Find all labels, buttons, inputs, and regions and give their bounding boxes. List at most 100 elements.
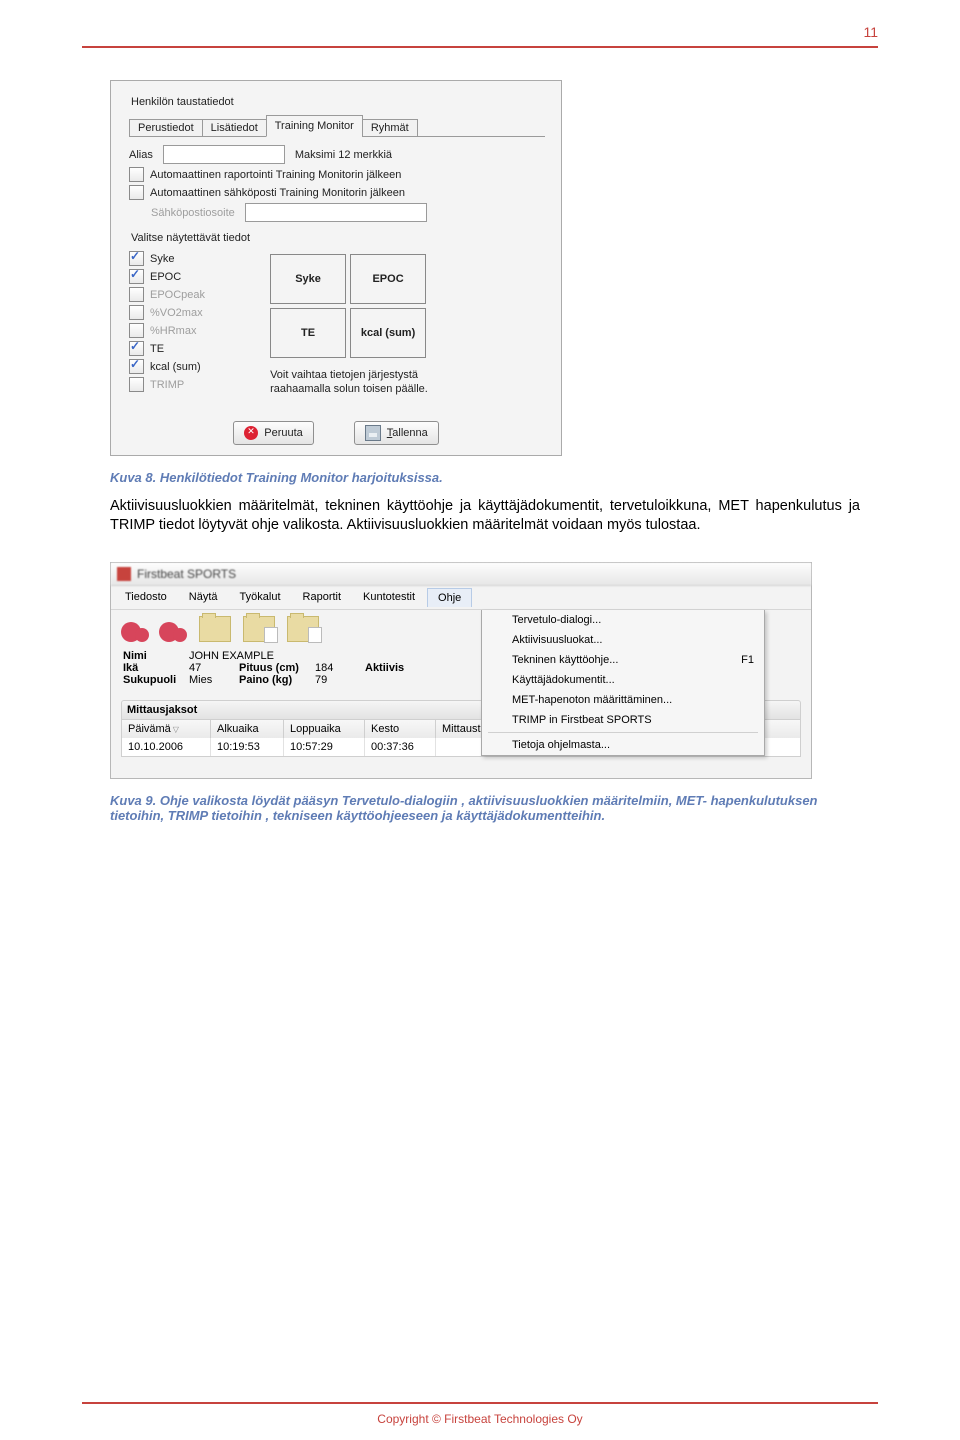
cell-date: 10.10.2006 (122, 738, 211, 756)
alias-row: Alias Maksimi 12 merkkiä (129, 145, 545, 164)
menubar: Tiedosto Näytä Työkalut Raportit Kuntote… (111, 586, 811, 607)
sex-label: Sukupuoli (123, 674, 183, 686)
cb-kcal[interactable] (129, 359, 144, 374)
cb-epocpeak-label: EPOCpeak (150, 289, 205, 301)
submenu-kayttajadok[interactable]: Käyttäjädokumentit... (482, 670, 764, 690)
display-title: Valitse näytettävät tiedot (129, 232, 252, 244)
sm-label: TRIMP in Firstbeat SPORTS (512, 714, 652, 726)
cb-epoc[interactable] (129, 269, 144, 284)
sm-label: Aktiivisuusluokat... (512, 634, 602, 646)
cb-te[interactable] (129, 341, 144, 356)
footer-rule (82, 1402, 878, 1404)
submenu-trimp[interactable]: TRIMP in Firstbeat SPORTS (482, 710, 764, 730)
submenu-tietoja[interactable]: Tietoja ohjelmasta... (482, 735, 764, 755)
cb-vo2max-label: %VO2max (150, 307, 203, 319)
submenu-tervetulo[interactable]: Tervetulo-dialogi... (482, 610, 764, 630)
app-title: Firstbeat SPORTS (137, 567, 236, 581)
cb-epoc-label: EPOC (150, 271, 181, 283)
cell-dur: 00:37:36 (365, 738, 436, 756)
cb-kcal-label: kcal (sum) (150, 361, 201, 373)
email-input[interactable] (245, 203, 427, 222)
submenu-met[interactable]: MET-hapenoton määrittäminen... (482, 690, 764, 710)
avatar-group-icon-2[interactable] (159, 616, 187, 642)
check-column: Syke EPOC EPOCpeak %VO2max %HRmax TE kca… (129, 248, 249, 395)
name-label: Nimi (123, 650, 183, 662)
app-icon (117, 567, 131, 581)
alias-label: Alias (129, 149, 153, 161)
cell-syke[interactable]: Syke (270, 254, 346, 304)
auto-report-label: Automaattinen raportointi Training Monit… (150, 169, 401, 181)
cell-kcal[interactable]: kcal (sum) (350, 308, 426, 358)
groupbox-person: Henkilön taustatiedot Perustiedot Lisäti… (121, 89, 553, 405)
auto-report-row: Automaattinen raportointi Training Monit… (129, 167, 545, 182)
page-number: 11 (863, 24, 878, 40)
cell-epoc[interactable]: EPOC (350, 254, 426, 304)
copyright: Copyright © Firstbeat Technologies Oy (0, 1412, 960, 1426)
sex-value: Mies (189, 674, 233, 686)
cell-te[interactable]: TE (270, 308, 346, 358)
folder-icon[interactable] (199, 616, 231, 642)
tab-ryhmat[interactable]: Ryhmät (362, 119, 418, 137)
col-end[interactable]: Loppuaika (284, 720, 365, 738)
ohje-submenu: Tervetulo-dialogi... Aktiivisuusluokat..… (481, 610, 765, 756)
submenu-tekninen[interactable]: Tekninen käyttöohje... F1 (482, 650, 764, 670)
cb-syke[interactable] (129, 251, 144, 266)
cell-end: 10:57:29 (284, 738, 365, 756)
person-dialog: Henkilön taustatiedot Perustiedot Lisäti… (110, 80, 562, 456)
hint-line2: raahaamalla solun toisen päälle. (270, 383, 428, 395)
cb-te-label: TE (150, 343, 164, 355)
folder-note-icon-2[interactable] (287, 616, 319, 642)
save-icon (365, 425, 381, 441)
cb-trimp-label: TRIMP (150, 379, 184, 391)
col-date[interactable]: Päivämä▽ (122, 720, 211, 738)
reorder-hint: Voit vaihtaa tietojen järjestystä raahaa… (270, 368, 430, 397)
header-rule (82, 46, 878, 48)
menu-raportit[interactable]: Raportit (293, 588, 352, 606)
cb-vo2max[interactable] (129, 305, 144, 320)
menu-nayta[interactable]: Näytä (179, 588, 228, 606)
submenu-aktiivisuusluokat[interactable]: Aktiivisuusluokat... (482, 630, 764, 650)
tab-perustiedot[interactable]: Perustiedot (129, 119, 203, 137)
tab-lisatiedot[interactable]: Lisätiedot (202, 119, 267, 137)
sm-label: Tekninen käyttöohje... (512, 654, 618, 666)
auto-email-checkbox[interactable] (129, 185, 144, 200)
sort-icon: ▽ (173, 725, 179, 734)
figure-caption-9: Kuva 9. Ohje valikosta löydät pääsyn Ter… (110, 793, 860, 823)
height-value: 184 (315, 662, 359, 674)
height-label: Pituus (cm) (239, 662, 309, 674)
email-label: Sähköpostiosoite (151, 207, 235, 219)
cancel-button[interactable]: Peruuta (233, 421, 314, 445)
body-paragraph: Aktiivisuusluokkien määritelmät, teknine… (110, 497, 860, 536)
display-group: Valitse näytettävät tiedot Syke EPOC EPO… (129, 228, 545, 397)
folder-note-icon[interactable] (243, 616, 275, 642)
sm-label: MET-hapenoton määrittäminen... (512, 694, 672, 706)
sm-label: Tervetulo-dialogi... (512, 614, 601, 626)
weight-value: 79 (315, 674, 359, 686)
page: 11 Henkilön taustatiedot Perustiedot Lis… (0, 0, 960, 1440)
sm-label: Tietoja ohjelmasta... (512, 739, 610, 751)
age-label: Ikä (123, 662, 183, 674)
sm-sc: F1 (741, 654, 754, 666)
email-row: Sähköpostiosoite (151, 203, 545, 222)
cb-epocpeak[interactable] (129, 287, 144, 302)
menu-kuntotestit[interactable]: Kuntotestit (353, 588, 425, 606)
submenu-separator (488, 732, 758, 733)
auto-report-checkbox[interactable] (129, 167, 144, 182)
cell-start: 10:19:53 (211, 738, 284, 756)
cb-trimp[interactable] (129, 377, 144, 392)
col-start[interactable]: Alkuaika (211, 720, 284, 738)
groupbox-title: Henkilön taustatiedot (129, 96, 236, 108)
weight-label: Paino (kg) (239, 674, 309, 686)
cb-hrmax[interactable] (129, 323, 144, 338)
menu-ohje[interactable]: Ohje (427, 588, 472, 607)
menu-tyokalut[interactable]: Työkalut (230, 588, 291, 606)
activity-label: Aktiivis (365, 662, 425, 674)
auto-email-row: Automaattinen sähköposti Training Monito… (129, 185, 545, 200)
grid-cells: Syke EPOC TE kcal (sum) (270, 254, 430, 358)
avatar-group-icon[interactable] (121, 616, 149, 642)
tab-training-monitor[interactable]: Training Monitor (266, 115, 363, 137)
alias-input[interactable] (163, 145, 285, 164)
save-button[interactable]: Tallenna (354, 421, 439, 445)
col-dur[interactable]: Kesto (365, 720, 436, 738)
menu-tiedosto[interactable]: Tiedosto (115, 588, 177, 606)
